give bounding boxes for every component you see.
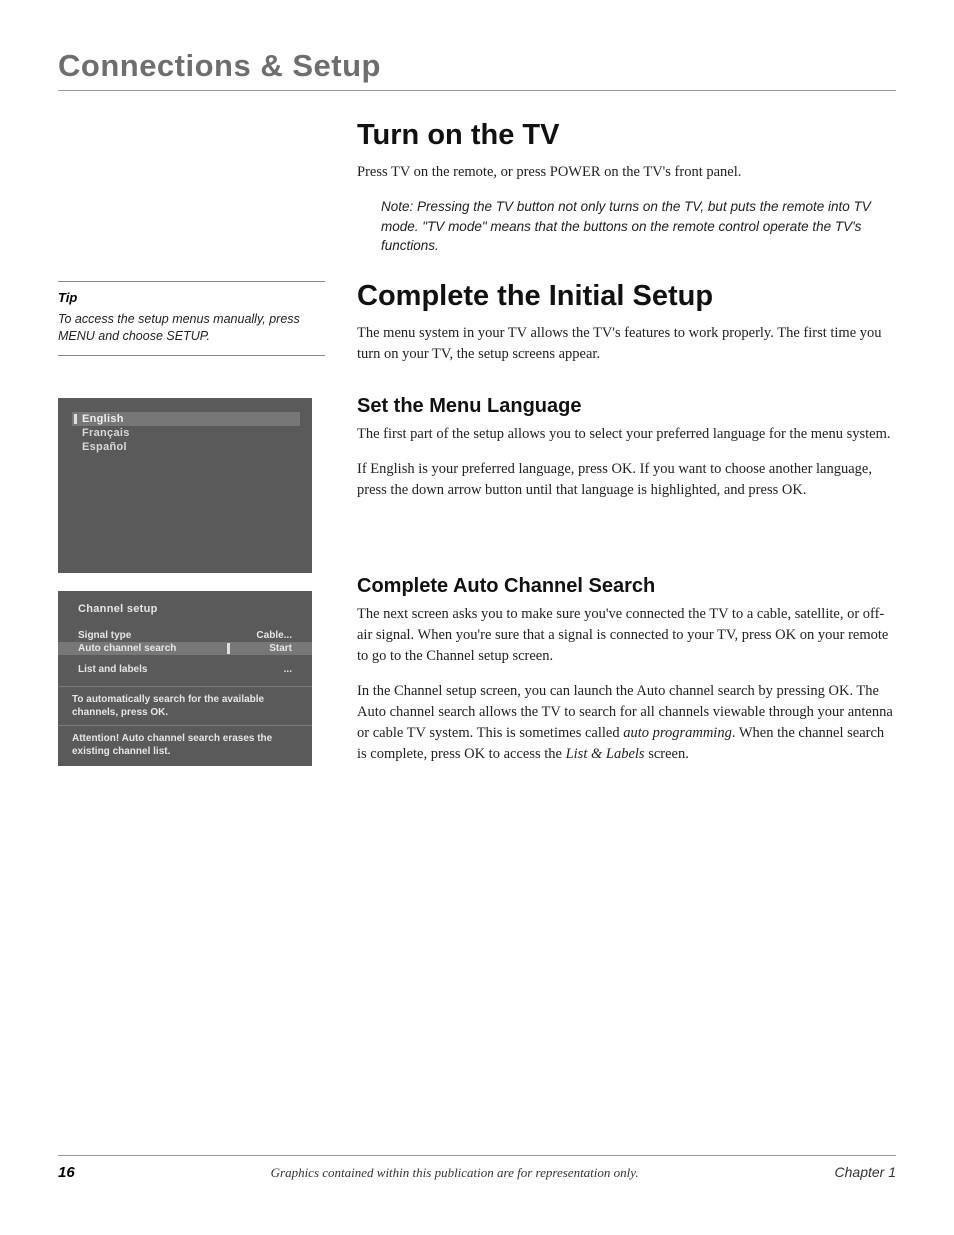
- chan-row-value: Start: [269, 643, 292, 654]
- heading-auto-channel-search: Complete Auto Channel Search: [357, 575, 896, 598]
- chan-menu-title: Channel setup: [58, 591, 312, 629]
- note-turn-on: Note: Pressing the TV button not only tu…: [381, 197, 896, 256]
- tip-box: Tip To access the setup menus manually, …: [58, 281, 325, 356]
- term-list-labels: List & Labels: [566, 746, 645, 762]
- language-menu-graphic: English Français Español: [58, 398, 312, 573]
- chan-row-value: Cable...: [256, 630, 292, 641]
- para-turn-on-1: Press TV on the remote, or press POWER o…: [357, 162, 896, 183]
- lang-option-english: English: [72, 412, 300, 426]
- channel-setup-graphic: Channel setup Signal type Cable... Auto …: [58, 591, 312, 766]
- main-column: Turn on the TV Press TV on the remote, o…: [357, 119, 896, 779]
- chan-row-auto-search: Auto channel search Start: [58, 642, 312, 655]
- tip-title: Tip: [58, 290, 325, 305]
- para-auto-search-2c: screen.: [645, 746, 689, 762]
- chan-row-value: ...: [284, 664, 292, 675]
- page-footer: 16 Graphics contained within this public…: [58, 1155, 896, 1181]
- para-auto-search-2: In the Channel setup screen, you can lau…: [357, 681, 896, 765]
- para-menu-lang-2: If English is your preferred language, p…: [357, 459, 896, 501]
- chan-row-list-labels: List and labels ...: [58, 663, 312, 676]
- footer-caption: Graphics contained within this publicati…: [75, 1165, 835, 1181]
- chan-row-label: List and labels: [78, 664, 147, 675]
- sidebar-column: Tip To access the setup menus manually, …: [58, 119, 325, 779]
- footer-chapter: Chapter 1: [835, 1164, 896, 1180]
- heading-complete-setup: Complete the Initial Setup: [357, 280, 896, 313]
- lang-option-espanol: Español: [72, 440, 300, 454]
- chan-row-label: Auto channel search: [78, 643, 176, 654]
- chapter-title: Connections & Setup: [58, 48, 896, 91]
- page-number: 16: [58, 1164, 75, 1181]
- term-auto-programming: auto programming: [623, 725, 732, 741]
- tip-body: To access the setup menus manually, pres…: [58, 311, 325, 345]
- para-menu-lang-1: The first part of the setup allows you t…: [357, 424, 896, 445]
- para-complete-setup-1: The menu system in your TV allows the TV…: [357, 323, 896, 365]
- heading-turn-on-tv: Turn on the TV: [357, 119, 896, 152]
- para-auto-search-1: The next screen asks you to make sure yo…: [357, 604, 896, 667]
- chan-row-signal-type: Signal type Cable...: [58, 629, 312, 642]
- chan-hint-2: Attention! Auto channel search erases th…: [58, 725, 312, 764]
- chan-hint-1: To automatically search for the availabl…: [58, 686, 312, 725]
- heading-menu-language: Set the Menu Language: [357, 395, 896, 418]
- lang-option-francais: Français: [72, 426, 300, 440]
- chan-row-label: Signal type: [78, 630, 131, 641]
